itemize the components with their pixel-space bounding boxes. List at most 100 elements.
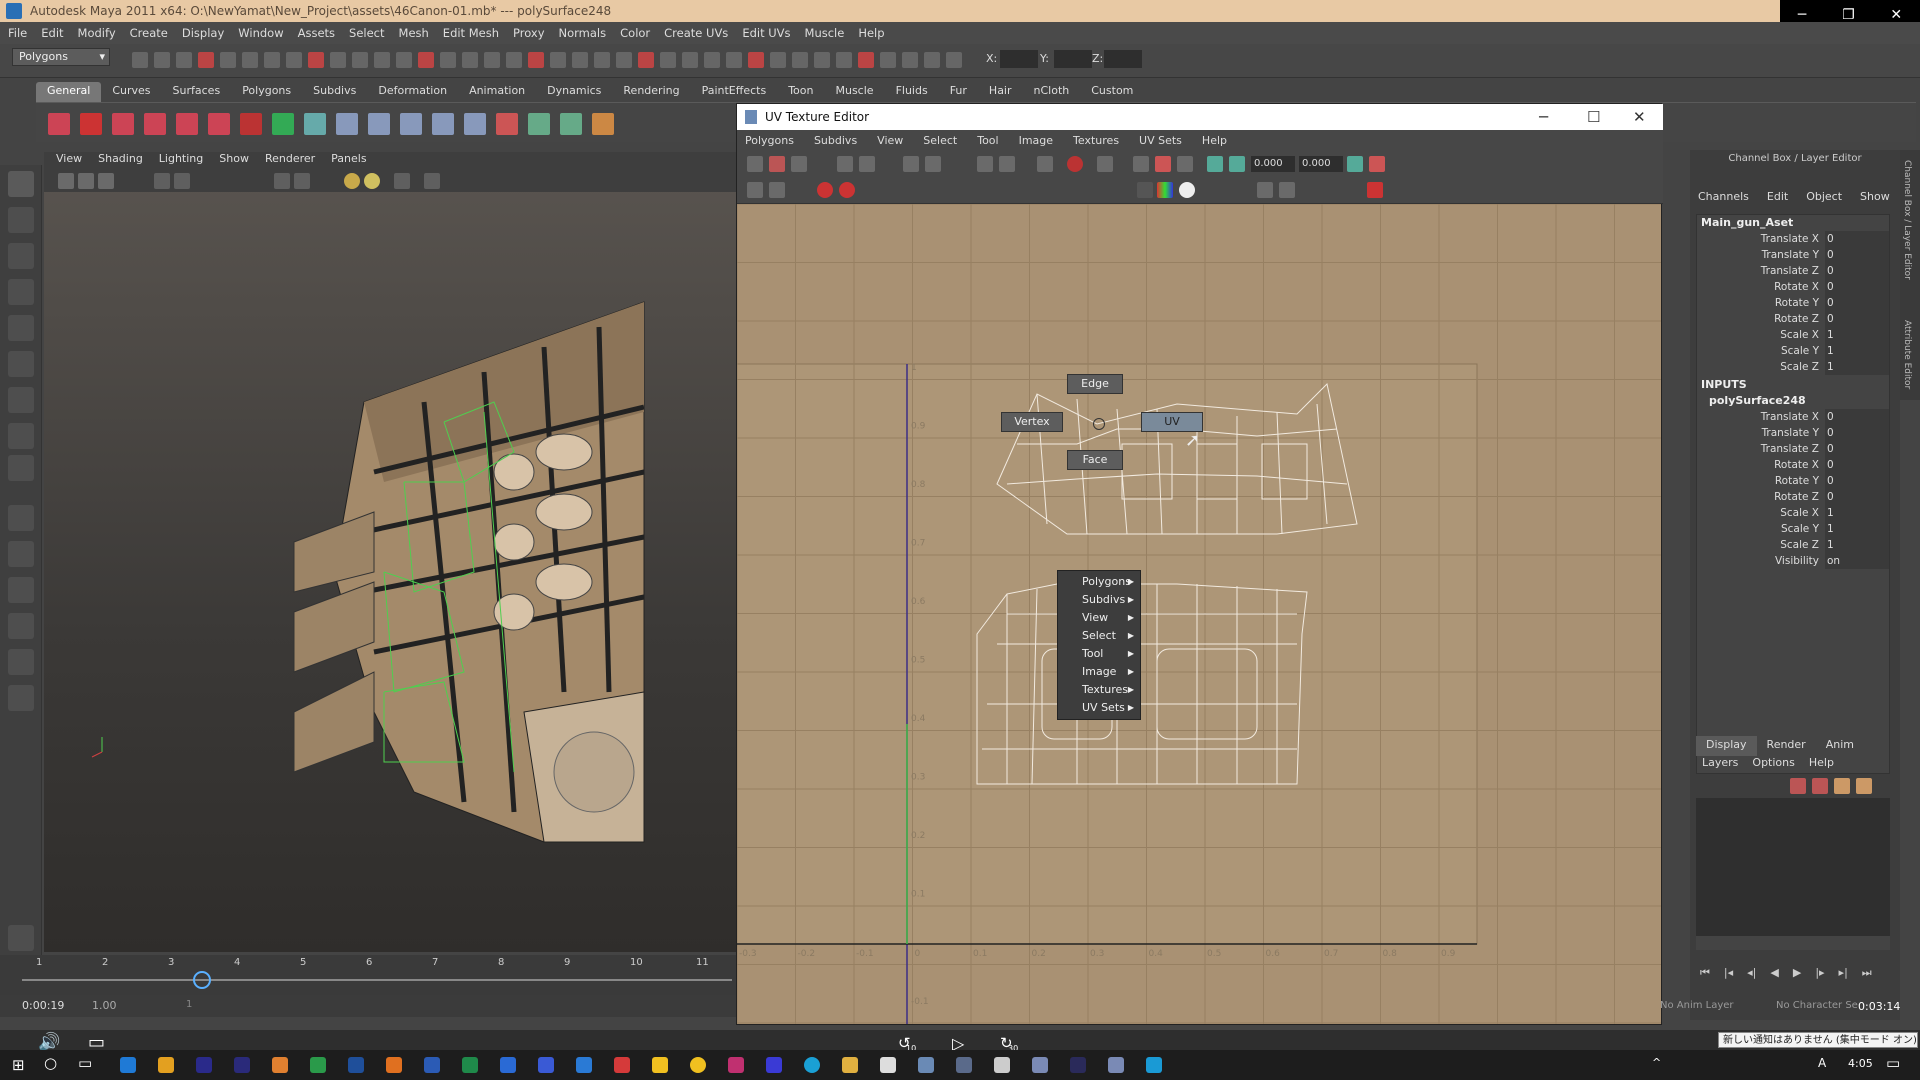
uv-menu-view[interactable]: View — [877, 134, 903, 147]
uv-menu-select[interactable]: Select — [923, 134, 957, 147]
manipulator-tool-icon[interactable] — [8, 387, 34, 413]
mm-item-uv-sets[interactable]: UV Sets ▶ — [1058, 699, 1140, 717]
app-icon-8[interactable] — [386, 1057, 402, 1073]
channel-value[interactable]: 0 — [1825, 473, 1889, 489]
layer-tab-anim[interactable]: Anim — [1816, 736, 1864, 756]
play-back-icon[interactable]: ◀ — [1770, 966, 1778, 986]
menu-muscle[interactable]: Muscle — [805, 26, 845, 40]
status-tool-icon[interactable] — [264, 52, 280, 68]
channel-row-translate-z[interactable]: Translate Z 0 — [1697, 441, 1889, 457]
move-tool-icon[interactable] — [8, 279, 34, 305]
status-tool-icon[interactable] — [418, 52, 434, 68]
object-name[interactable]: Main_gun_Aset — [1697, 215, 1889, 231]
input-node-name[interactable]: polySurface248 — [1697, 393, 1889, 409]
lasso-shelf-icon[interactable] — [144, 113, 166, 135]
channel-row-translate-z[interactable]: Translate Z 0 — [1697, 263, 1889, 279]
display-grid-icon[interactable] — [1133, 156, 1149, 172]
status-tool-icon[interactable] — [484, 52, 500, 68]
status-tool-icon[interactable] — [726, 52, 742, 68]
channel-menu-show[interactable]: Show — [1860, 190, 1890, 208]
app-icon-24[interactable] — [994, 1057, 1010, 1073]
viewport-menu-show[interactable]: Show — [219, 152, 249, 170]
channel-row-rotate-x[interactable]: Rotate X 0 — [1697, 457, 1889, 473]
status-tool-icon[interactable] — [616, 52, 632, 68]
viewport-menu-lighting[interactable]: Lighting — [159, 152, 203, 170]
character-set-field[interactable]: No Character Se — [1776, 1000, 1858, 1011]
status-tool-icon[interactable] — [528, 52, 544, 68]
command-icon[interactable] — [8, 925, 34, 951]
channel-menu-edit[interactable]: Edit — [1767, 190, 1788, 208]
rotate-tool-icon[interactable] — [8, 315, 34, 341]
shelf-tab-muscle[interactable]: Muscle — [824, 82, 884, 102]
layout-graph-icon[interactable] — [8, 649, 34, 675]
channel-row-scale-y[interactable]: Scale Y 1 — [1697, 521, 1889, 537]
shelf-tab-curves[interactable]: Curves — [101, 82, 161, 102]
paste-uv-icon[interactable] — [1229, 156, 1245, 172]
mm-item-select[interactable]: Select ▶ — [1058, 627, 1140, 645]
uv-close-button[interactable]: ✕ — [1633, 104, 1646, 130]
channel-value[interactable]: 0 — [1825, 231, 1889, 247]
flip-u-icon[interactable] — [837, 156, 853, 172]
delete-uv-icon[interactable] — [1367, 182, 1383, 198]
perspective-viewport[interactable] — [44, 152, 736, 952]
uv-menu-polygons[interactable]: Polygons — [745, 134, 794, 147]
rotate-cw-icon[interactable] — [925, 156, 941, 172]
shelf-tab-hair[interactable]: Hair — [978, 82, 1023, 102]
scale-shelf-icon[interactable] — [272, 113, 294, 135]
mail-icon[interactable] — [500, 1057, 516, 1073]
refresh-uv-icon[interactable] — [1347, 156, 1363, 172]
range-start-field[interactable]: 1 — [186, 999, 192, 1010]
channel-row-visibility[interactable]: Visibility on — [1697, 553, 1889, 569]
current-time-field[interactable]: 0:00:19 — [22, 999, 64, 1012]
anim-layer-field[interactable]: No Anim Layer — [1660, 1000, 1734, 1011]
channel-row-rotate-y[interactable]: Rotate Y 0 — [1697, 295, 1889, 311]
layout-two-icon[interactable] — [8, 577, 34, 603]
end-time-field[interactable]: 0:03:14 — [1858, 1000, 1900, 1013]
status-tool-icon[interactable] — [440, 52, 456, 68]
paint-select-tool-icon[interactable] — [8, 243, 34, 269]
channel-menu-channels[interactable]: Channels — [1698, 190, 1749, 208]
channel-value[interactable]: 0 — [1825, 425, 1889, 441]
shelf-tab-painteffects[interactable]: PaintEffects — [691, 82, 778, 102]
layer-tab-display[interactable]: Display — [1696, 736, 1757, 756]
minimize-button[interactable]: ─ — [1798, 7, 1806, 23]
status-tool-icon[interactable] — [880, 52, 896, 68]
search-icon[interactable]: ○ — [44, 1054, 57, 1072]
status-tool-icon[interactable] — [572, 52, 588, 68]
status-tool-icon[interactable] — [814, 52, 830, 68]
menu-edit[interactable]: Edit — [41, 26, 63, 40]
mm-item-polygons[interactable]: Polygons ▶ — [1058, 573, 1140, 591]
default-light-icon[interactable] — [344, 173, 360, 189]
plane-shelf-icon[interactable] — [400, 113, 422, 135]
layout-hypershade-icon[interactable] — [8, 685, 34, 711]
status-tool-icon[interactable] — [638, 52, 654, 68]
z-input[interactable] — [1104, 50, 1142, 68]
lasso-tool-icon[interactable] — [8, 207, 34, 233]
premiere-icon[interactable] — [234, 1057, 250, 1073]
u-value-field[interactable]: 0.000 — [1251, 156, 1295, 172]
status-tool-icon[interactable] — [550, 52, 566, 68]
file-explorer-icon[interactable] — [842, 1057, 858, 1073]
channel-value[interactable]: 1 — [1825, 521, 1889, 537]
menu-modify[interactable]: Modify — [78, 26, 116, 40]
status-tool-icon[interactable] — [836, 52, 852, 68]
layout-single-icon[interactable] — [8, 505, 34, 531]
mm-item-view[interactable]: View ▶ — [1058, 609, 1140, 627]
status-tool-icon[interactable] — [308, 52, 324, 68]
status-tool-icon[interactable] — [330, 52, 346, 68]
status-tool-icon[interactable] — [704, 52, 720, 68]
move-shelf-icon[interactable] — [208, 113, 230, 135]
menu-file[interactable]: File — [8, 26, 27, 40]
step-back-frame-icon[interactable]: ◂| — [1747, 966, 1756, 986]
help-icon[interactable] — [80, 113, 102, 135]
status-tool-icon[interactable] — [682, 52, 698, 68]
app-icon-23[interactable] — [956, 1057, 972, 1073]
merge-shelf-icon[interactable] — [496, 113, 518, 135]
shelf-tab-dynamics[interactable]: Dynamics — [536, 82, 612, 102]
display-alpha-icon[interactable] — [1179, 182, 1195, 198]
bevel-shelf-icon[interactable] — [464, 113, 486, 135]
uv-menu-uv-sets[interactable]: UV Sets — [1139, 134, 1182, 147]
rotate-ccw-icon[interactable] — [903, 156, 919, 172]
menu-display[interactable]: Display — [182, 26, 224, 40]
sticky-notes-icon[interactable] — [652, 1057, 668, 1073]
